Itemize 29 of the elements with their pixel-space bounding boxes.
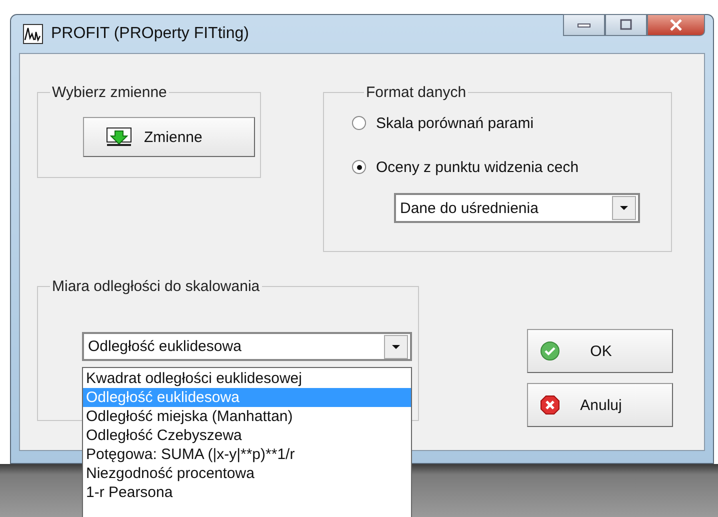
check-icon bbox=[540, 341, 560, 361]
window-title: PROFIT (PROperty FITting) bbox=[51, 25, 249, 43]
radio-option[interactable]: Oceny z punktu widzenia cech bbox=[352, 155, 671, 179]
list-option[interactable]: Odległość miejska (Manhattan) bbox=[83, 407, 411, 426]
minimize-icon bbox=[577, 21, 591, 29]
variables-button[interactable]: Zmienne bbox=[83, 117, 255, 157]
caret-icon bbox=[391, 344, 401, 350]
waveform-icon bbox=[23, 24, 43, 44]
list-option[interactable]: Niezgodność procentowa bbox=[83, 464, 411, 483]
dropdown[interactable]: Dane do uśrednienia bbox=[394, 193, 640, 223]
caret-icon bbox=[619, 205, 629, 211]
dropdown[interactable]: Odległość euklidesowa bbox=[82, 332, 412, 361]
maximize-button[interactable] bbox=[605, 14, 647, 36]
list-option[interactable]: Potęgowa: SUMA (|x-y|**p)**1/r bbox=[83, 445, 411, 464]
ok-button[interactable]: OK bbox=[527, 329, 673, 373]
cancel-button[interactable]: Anuluj bbox=[527, 383, 673, 427]
group-title: Miara odległości do skalowania bbox=[51, 278, 261, 295]
group-title: Format danych bbox=[365, 84, 468, 101]
close-button[interactable] bbox=[647, 14, 705, 36]
list-option[interactable]: Odległość Czebyszewa bbox=[83, 426, 411, 445]
group-title: Wybierz zmienne bbox=[51, 84, 168, 101]
maximize-icon bbox=[619, 19, 633, 31]
download-icon bbox=[106, 127, 132, 147]
list-option[interactable]: Kwadrat odległości euklidesowej bbox=[83, 369, 411, 388]
close-icon bbox=[669, 19, 683, 31]
list-option[interactable]: 1-r Pearsona bbox=[83, 483, 411, 502]
radio-option[interactable]: Skala porównań parami bbox=[352, 111, 671, 135]
minimize-button[interactable] bbox=[563, 14, 605, 36]
close-icon bbox=[540, 395, 560, 415]
